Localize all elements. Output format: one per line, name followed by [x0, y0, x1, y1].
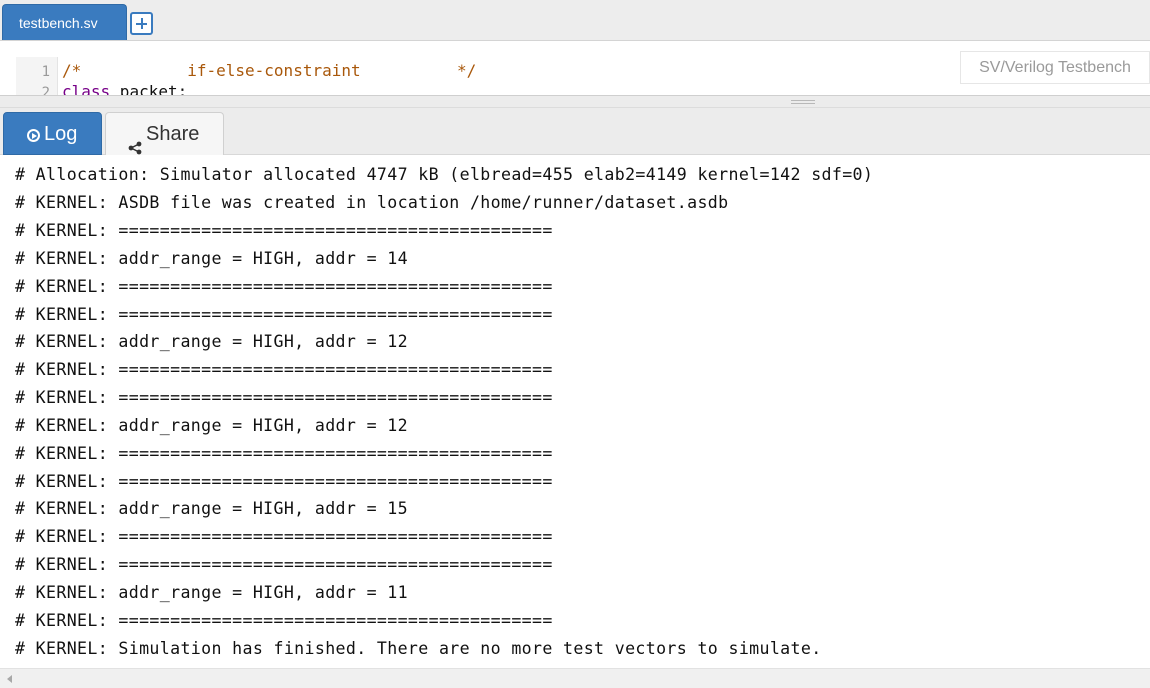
log-line: # KERNEL: ==============================…	[15, 527, 553, 546]
log-line: # KERNEL: ==============================…	[15, 444, 553, 463]
log-line: # KERNEL: Simulation has finished. There…	[15, 639, 822, 658]
log-line: # KERNEL: addr_range = HIGH, addr = 12	[15, 416, 408, 435]
editor-tab-bar: testbench.sv	[0, 0, 1150, 41]
tab-log-label: Log	[44, 123, 78, 145]
code-line: 1 /* if-else-constraint */	[16, 60, 576, 81]
code-editor[interactable]: 1 /* if-else-constraint */ 2 class packet;…	[0, 41, 1150, 95]
log-line: # KERNEL: addr_range = HIGH, addr = 15	[15, 499, 408, 518]
log-line: # KERNEL: ==============================…	[15, 277, 553, 296]
horizontal-scrollbar[interactable]	[0, 668, 1150, 688]
drag-handle-icon[interactable]	[791, 100, 815, 104]
code-identifier: packet;	[110, 82, 188, 95]
log-line: # KERNEL: addr_range = HIGH, addr = 12	[15, 332, 408, 351]
log-line: # KERNEL: ==============================…	[15, 221, 553, 240]
log-line: # KERNEL: ==============================…	[15, 305, 553, 324]
scroll-left-arrow-icon[interactable]	[7, 675, 12, 683]
log-line: # KERNEL: addr_range = HIGH, addr = 11	[15, 583, 408, 602]
log-line: # KERNEL: ==============================…	[15, 611, 553, 630]
play-circle-icon	[27, 129, 40, 142]
log-output[interactable]: # Allocation: Simulator allocated 4747 k…	[0, 155, 1150, 667]
log-line: # KERNEL: ==============================…	[15, 388, 553, 407]
log-line: # KERNEL: ==============================…	[15, 472, 553, 491]
log-line: # KERNEL: ==============================…	[15, 360, 553, 379]
output-tab-bar: Log Share	[0, 108, 1150, 155]
file-tab-testbench[interactable]: testbench.sv	[2, 4, 127, 40]
code-comment: /* if-else-constraint */	[62, 61, 477, 80]
log-line: # KERNEL: addr_range = HIGH, addr = 14	[15, 249, 408, 268]
share-icon	[128, 128, 142, 155]
code-keyword: class	[62, 82, 111, 95]
log-line: # KERNEL: ==============================…	[15, 555, 553, 574]
plus-square-icon[interactable]	[130, 12, 153, 35]
tab-log[interactable]: Log	[3, 112, 102, 155]
code-line: 2 class packet;	[16, 81, 576, 95]
log-line: # Allocation: Simulator allocated 4747 k…	[15, 165, 874, 184]
log-line: # KERNEL: ASDB file was created in locat…	[15, 193, 729, 212]
tab-share[interactable]: Share	[105, 112, 224, 155]
pane-splitter[interactable]	[0, 95, 1150, 108]
line-number: 1	[41, 64, 50, 80]
line-number: 2	[41, 85, 50, 95]
tab-share-label: Share	[146, 123, 200, 145]
language-label: SV/Verilog Testbench	[960, 51, 1150, 84]
